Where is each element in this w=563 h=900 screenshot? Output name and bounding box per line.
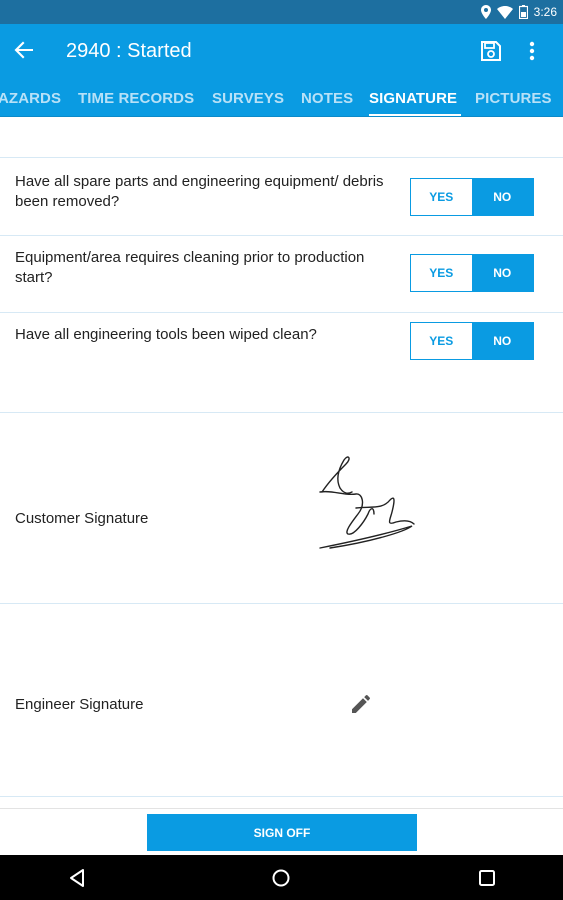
divider xyxy=(0,157,563,158)
question-1-toggle: YES NO xyxy=(410,178,534,216)
question-2-text: Equipment/area requires cleaning prior t… xyxy=(15,249,365,286)
tab-time-records[interactable]: TIME RECORDS xyxy=(78,78,194,116)
save-button[interactable] xyxy=(474,34,508,68)
question-1-no-button[interactable]: NO xyxy=(471,179,533,215)
tab-surveys[interactable]: SURVEYS xyxy=(212,78,284,116)
more-vert-icon xyxy=(529,41,535,61)
nav-recents-icon xyxy=(479,870,495,886)
location-icon xyxy=(480,5,491,19)
nav-home-icon xyxy=(272,869,290,887)
question-3-no-button[interactable]: NO xyxy=(471,323,533,359)
question-1-text: Have all spare parts and engineering equ… xyxy=(15,173,384,210)
footer: SIGN OFF xyxy=(0,808,563,855)
back-arrow-icon xyxy=(14,41,33,59)
active-tab-indicator xyxy=(369,114,461,116)
question-1-yes-button[interactable]: YES xyxy=(411,179,472,215)
divider xyxy=(0,796,563,797)
engineer-signature-label: Engineer Signature xyxy=(15,696,144,713)
divider xyxy=(0,235,563,236)
save-icon xyxy=(481,41,501,61)
more-options-button[interactable] xyxy=(516,34,548,68)
tab-notes[interactable]: NOTES xyxy=(301,78,353,116)
question-2-yes-button[interactable]: YES xyxy=(411,255,472,291)
nav-home-button[interactable] xyxy=(268,865,294,891)
pencil-icon[interactable] xyxy=(349,692,373,716)
page-title: 2940 : Started xyxy=(66,40,192,62)
tab-signature[interactable]: SIGNATURE xyxy=(369,78,457,116)
app-bar: 2940 : Started xyxy=(0,24,563,78)
status-time: 3:26 xyxy=(533,5,557,19)
tab-hazards[interactable]: AZARDS xyxy=(0,78,61,116)
nav-back-icon xyxy=(70,869,84,887)
nav-recents-button[interactable] xyxy=(474,865,500,891)
tab-bar: AZARDS TIME RECORDS SURVEYS NOTES SIGNAT… xyxy=(0,78,563,117)
status-bar: 3:26 xyxy=(0,0,563,24)
wifi-icon xyxy=(496,5,513,19)
question-2-no-button[interactable]: NO xyxy=(471,255,533,291)
question-2-toggle: YES NO xyxy=(410,254,534,292)
back-button[interactable] xyxy=(6,32,42,68)
nav-back-button[interactable] xyxy=(64,865,90,891)
customer-signature-pad[interactable] xyxy=(300,450,430,560)
divider xyxy=(0,312,563,313)
sign-off-button[interactable]: SIGN OFF xyxy=(147,814,417,851)
battery-icon xyxy=(518,5,528,19)
divider xyxy=(0,412,563,413)
status-icons: 3:26 xyxy=(480,3,557,21)
question-3-text: Have all engineering tools been wiped cl… xyxy=(15,326,317,343)
question-3-yes-button[interactable]: YES xyxy=(411,323,472,359)
customer-signature-label: Customer Signature xyxy=(15,510,149,527)
tab-pictures[interactable]: PICTURES xyxy=(475,78,552,116)
divider xyxy=(0,603,563,604)
signature-drawing xyxy=(319,456,415,549)
system-nav-bar xyxy=(0,855,563,900)
question-3-toggle: YES NO xyxy=(410,322,534,360)
